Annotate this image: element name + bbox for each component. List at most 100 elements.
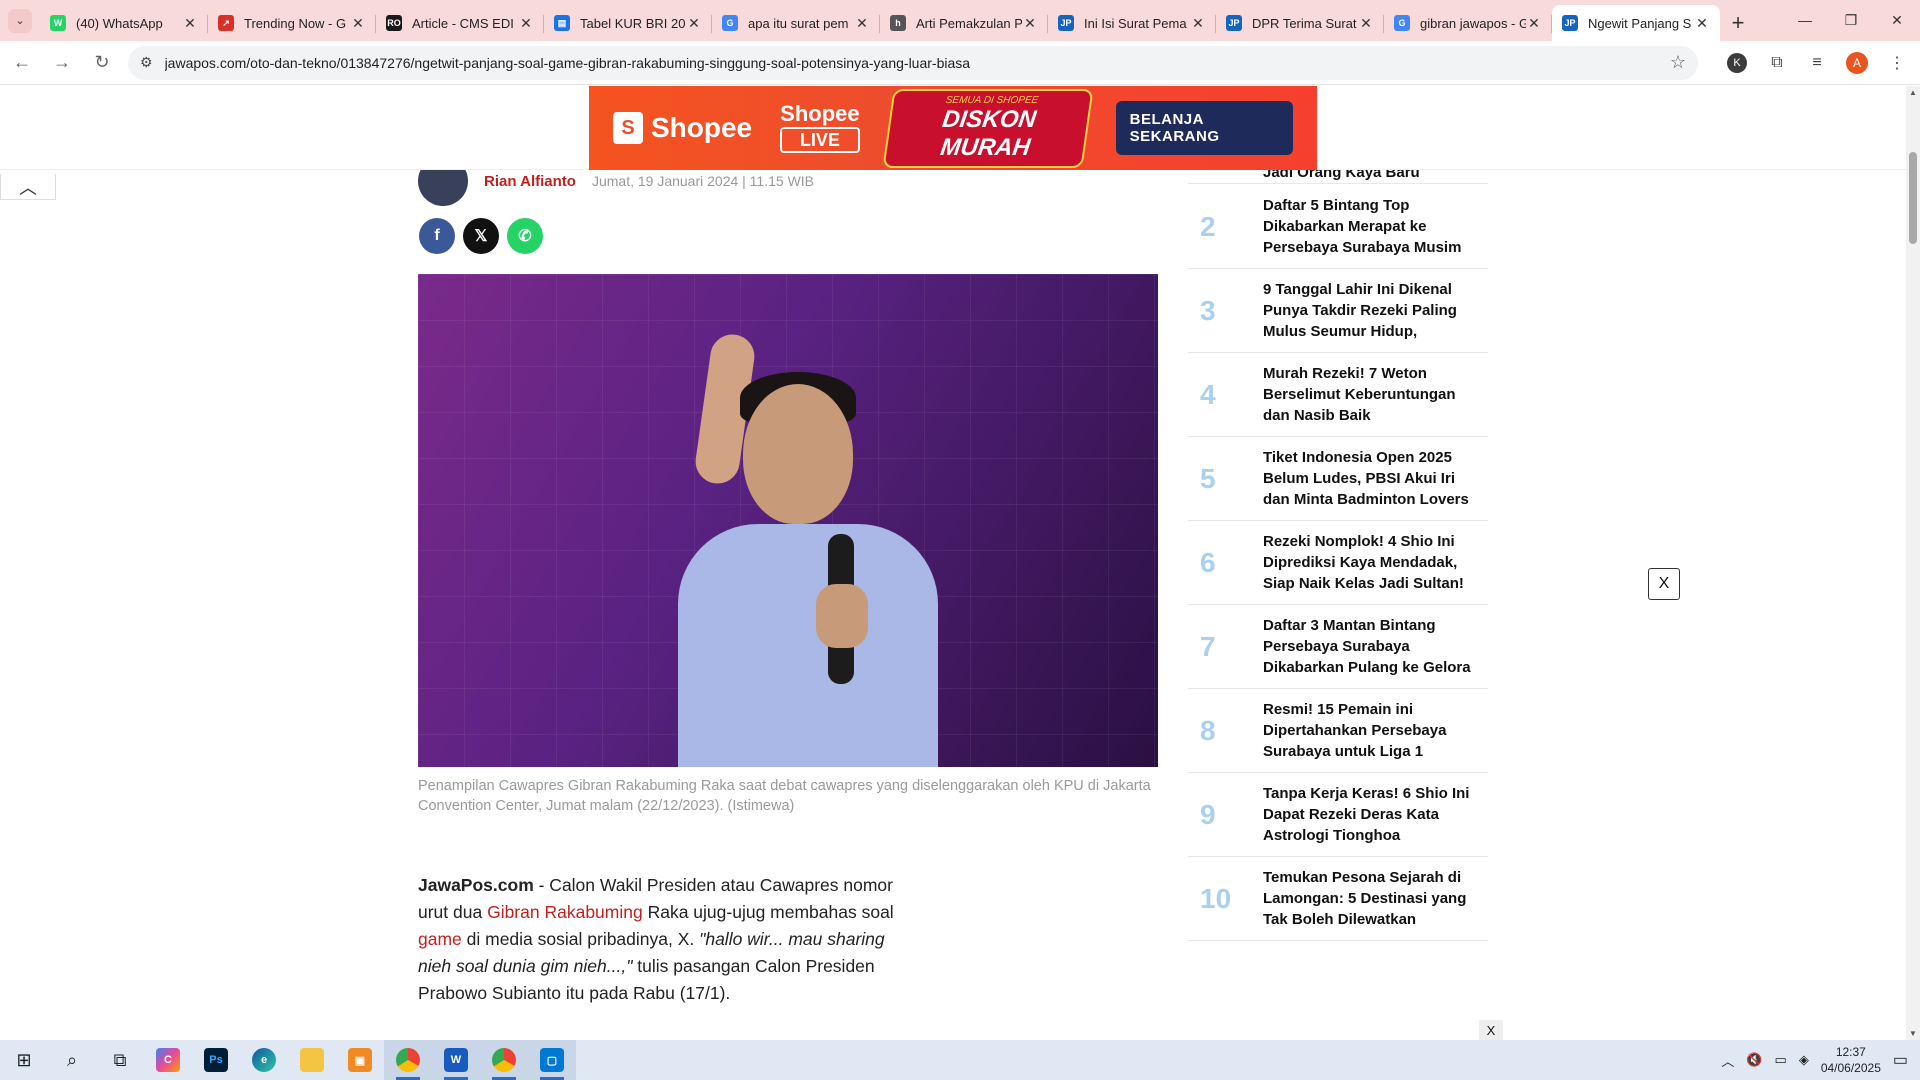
page-scrollbar[interactable]: ▲ ▼ (1906, 86, 1920, 1040)
start-button[interactable]: ⊞ (0, 1040, 48, 1080)
app-orange-button[interactable]: ▣ (336, 1040, 384, 1080)
browser-tab[interactable]: JP Ini Isi Surat Pema ✕ (1048, 5, 1216, 41)
trending-title[interactable]: Daftar 3 Mantan Bintang Persebaya Suraba… (1263, 615, 1473, 678)
close-window-button[interactable]: ✕ (1874, 0, 1920, 40)
trending-title[interactable]: Murah Rezeki! 7 Weton Berselimut Keberun… (1263, 363, 1473, 426)
trending-title[interactable]: Resmi! 15 Pemain ini Dipertahankan Perse… (1263, 699, 1473, 762)
scroll-down-arrow-icon[interactable]: ▼ (1906, 1029, 1920, 1038)
trending-item[interactable]: 8 Resmi! 15 Pemain ini Dipertahankan Pers… (1188, 689, 1488, 773)
copilot-button[interactable]: C (144, 1040, 192, 1080)
trending-item[interactable]: 9 Tanpa Kerja Keras! 6 Shio Ini Dapat Rez… (1188, 773, 1488, 857)
tag-link-game[interactable]: game (418, 929, 462, 949)
url-text[interactable]: jawapos.com/oto-dan-tekno/013847276/nget… (165, 55, 1670, 71)
browser-tab[interactable]: RO Article - CMS EDI ✕ (376, 5, 544, 41)
trending-item[interactable]: 7 Daftar 3 Mantan Bintang Persebaya Surab… (1188, 605, 1488, 689)
browser-tab[interactable]: Gapa itu surat pem ✕ (712, 5, 880, 41)
new-tab-button[interactable]: + (1720, 5, 1756, 41)
address-bar[interactable]: ⚙ jawapos.com/oto-dan-tekno/013847276/ng… (128, 45, 1698, 80)
file-explorer-button[interactable] (288, 1040, 336, 1080)
trending-rank: 7 (1200, 631, 1216, 662)
task-view-button[interactable]: ⧉ (96, 1040, 144, 1080)
browser-tab[interactable]: ▤ Tabel KUR BRI 202 ✕ (544, 5, 712, 41)
trending-item[interactable]: 4 Murah Rezeki! 7 Weton Berselimut Keberu… (1188, 353, 1488, 437)
trending-title[interactable]: Temukan Pesona Sejarah di Lamongan: 5 De… (1263, 867, 1473, 930)
scrollbar-thumb[interactable] (1909, 152, 1917, 244)
chrome-button[interactable] (384, 1040, 432, 1080)
trending-item[interactable]: 3 9 Tanggal Lahir Ini Dikenal Punya Takdi… (1188, 269, 1488, 353)
search-button[interactable]: ⌕ (48, 1040, 96, 1080)
tab-close-icon[interactable]: ✕ (518, 15, 534, 32)
tab-close-icon[interactable]: ✕ (854, 15, 870, 32)
tab-label: Arti Pemakzulan P (916, 15, 1022, 31)
tab-close-icon[interactable]: ✕ (1358, 15, 1374, 32)
system-tray: ︿ 🔇 ▭ ◈ 12:37 04/06/2025 ▭ (1721, 1040, 1920, 1080)
trending-title[interactable]: Tiket Indonesia Open 2025 Belum Ludes, P… (1263, 447, 1473, 510)
hukum-icon: h (890, 15, 906, 31)
facebook-share-button[interactable]: f (419, 218, 455, 254)
trending-item[interactable]: 2 Daftar 5 Bintang Top Dikabarkan Merapat… (1188, 185, 1488, 269)
extensions-puzzle-icon[interactable]: ⧉ (1764, 50, 1790, 76)
chevron-up-icon[interactable]: ︿ (1721, 1051, 1734, 1070)
trending-title[interactable]: Tanpa Kerja Keras! 6 Shio Ini Dapat Reze… (1263, 783, 1473, 846)
notifications-icon[interactable]: ▭ (1893, 1050, 1908, 1070)
speaker-mute-icon[interactable]: 🔇 (1746, 1052, 1762, 1068)
trending-title[interactable]: 9 Tanggal Lahir Ini Dikenal Punya Takdir… (1263, 279, 1473, 342)
image-caption: Penampilan Cawapres Gibran Rakabuming Ra… (418, 778, 1151, 814)
forward-button[interactable]: → (44, 45, 80, 81)
article-hero-image (418, 274, 1158, 767)
app-blue-icon: ▢ (540, 1048, 564, 1072)
tab-close-icon[interactable]: ✕ (1022, 15, 1038, 32)
restore-button[interactable]: ❐ (1828, 0, 1874, 40)
trending-title[interactable]: Rezeki Nomplok! 4 Shio Ini Diprediksi Ka… (1263, 531, 1473, 594)
trending-title[interactable]: Daftar 5 Bintang Top Dikabarkan Merapat … (1263, 195, 1473, 258)
bookmark-star-icon[interactable]: ☆ (1670, 52, 1686, 73)
network-icon[interactable]: ▭ (1775, 1052, 1787, 1068)
trending-item[interactable]: 10 Temukan Pesona Sejarah di Lamongan: 5 … (1188, 857, 1488, 941)
author-name[interactable]: Rian Alfianto (484, 173, 576, 190)
chrome-profile-button[interactable] (480, 1040, 528, 1080)
tag-link-gibran[interactable]: Gibran Rakabuming (487, 902, 643, 922)
menu-kebab-icon[interactable]: ⋮ (1884, 50, 1910, 76)
reload-button[interactable]: ↻ (84, 45, 120, 81)
shop-now-button[interactable]: BELANJA SEKARANG (1115, 101, 1293, 155)
tab-close-icon[interactable]: ✕ (182, 15, 198, 32)
whatsapp-share-button[interactable]: ✆ (507, 218, 543, 254)
close-ad-button[interactable]: X (1648, 568, 1680, 600)
word-button[interactable]: W (432, 1040, 480, 1080)
tab-close-icon[interactable]: ✕ (350, 15, 366, 32)
collapse-ad-button[interactable]: ︿ (0, 174, 56, 200)
back-button[interactable]: ← (4, 45, 40, 81)
tab-close-icon[interactable]: ✕ (1190, 15, 1206, 32)
tab-close-icon[interactable]: ✕ (1526, 15, 1542, 32)
browser-tab[interactable]: Ggibran jawapos - G ✕ (1384, 5, 1552, 41)
media-control-icon[interactable]: ≡ (1804, 50, 1830, 76)
whatsapp-icon: W (50, 15, 66, 31)
browser-tab[interactable]: ↗ Trending Now - G ✕ (208, 5, 376, 41)
tab-label: Article - CMS EDI (412, 15, 514, 31)
profile-button[interactable]: A (1844, 50, 1870, 76)
browser-tab[interactable]: h Arti Pemakzulan P ✕ (880, 5, 1048, 41)
jawapos-icon: JP (1562, 15, 1578, 31)
browser-tab[interactable]: JP DPR Terima Surat ✕ (1216, 5, 1384, 41)
tab-close-icon[interactable]: ✕ (1694, 15, 1710, 32)
minimize-button[interactable]: — (1782, 0, 1828, 40)
clock[interactable]: 12:37 04/06/2025 (1821, 1044, 1881, 1076)
trending-item[interactable]: 6 Rezeki Nomplok! 4 Shio Ini Diprediksi K… (1188, 521, 1488, 605)
browser-tab[interactable]: JP Ngewit Panjang S ✕ (1552, 5, 1720, 41)
x-share-button[interactable]: 𝕏 (463, 218, 499, 254)
tab-search-button[interactable]: ⌄ (0, 0, 40, 41)
app-blue-button[interactable]: ▢ (528, 1040, 576, 1080)
tab-strip: ⌄ W (40) WhatsApp ✕ ↗ Trending Now - G ✕ RO Art… (0, 0, 1920, 41)
close-bottom-ad-button[interactable]: X (1479, 1020, 1503, 1040)
tab-close-icon[interactable]: ✕ (686, 15, 702, 32)
scroll-up-arrow-icon[interactable]: ▲ (1906, 88, 1920, 97)
docs-icon: ▤ (554, 15, 570, 31)
photoshop-button[interactable]: Ps (192, 1040, 240, 1080)
security-shield-icon[interactable]: ◈ (1799, 1052, 1809, 1068)
trending-item[interactable]: 5 Tiket Indonesia Open 2025 Belum Ludes, … (1188, 437, 1488, 521)
site-info-icon[interactable]: ⚙ (140, 54, 153, 71)
browser-tab[interactable]: W (40) WhatsApp ✕ (40, 5, 208, 41)
shopee-ad-banner[interactable]: S Shopee Shopee LIVE SEMUA DI SHOPEE DIS… (589, 86, 1317, 170)
extension-k-button[interactable]: K (1724, 50, 1750, 76)
edge-button[interactable]: e (240, 1040, 288, 1080)
